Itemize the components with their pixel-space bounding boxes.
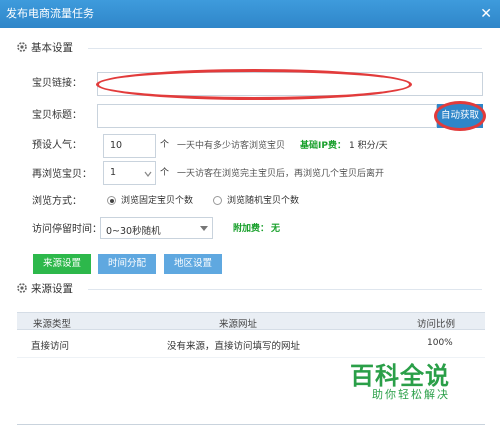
item-title-label: 宝贝标题： <box>32 110 82 121</box>
popularity-value: 10 <box>110 140 123 151</box>
column-header: 来源网址 <box>219 319 258 330</box>
window-title: 发布电商流量任务 <box>6 7 94 20</box>
source-type-cell: 直接访问 <box>31 341 70 352</box>
rebrowse-hint: 一天访客在浏览完主宝贝后，再浏览几个宝贝后离开 <box>177 169 385 179</box>
section-divider <box>88 289 482 290</box>
window-titlebar: 发布电商流量任务 ✕ <box>0 0 500 28</box>
popularity-input[interactable]: 10 <box>103 134 156 158</box>
tab-source-settings[interactable]: 来源设置 <box>33 254 91 274</box>
stay-time-select[interactable]: 0~30秒随机 <box>100 217 213 239</box>
annotation-ellipse <box>434 101 486 131</box>
stay-time-value: 0~30秒随机 <box>106 226 161 237</box>
gear-icon <box>17 42 27 52</box>
rebrowse-label: 再浏览宝贝： <box>32 169 92 180</box>
tab-region-settings[interactable]: 地区设置 <box>164 254 222 274</box>
rebrowse-stepper[interactable]: 1 <box>103 161 156 185</box>
visit-ratio-cell: 100% <box>427 338 453 348</box>
basic-settings-header: 基本设置 <box>16 40 73 56</box>
extra-fee-value: 无 <box>271 224 281 234</box>
basic-settings-title: 基本设置 <box>31 42 73 54</box>
browse-mode-random-label: 浏览随机宝贝个数 <box>227 196 300 206</box>
popularity-label: 预设人气： <box>32 140 82 151</box>
basic-ip-fee-value: 1 积分/天 <box>349 141 388 151</box>
popularity-hint: 一天中有多少访客浏览宝贝 <box>177 141 286 151</box>
table-header: 来源类型 来源网址 访问比例 <box>17 312 485 330</box>
item-title-input[interactable] <box>97 104 437 128</box>
tab-time-distribution[interactable]: 时间分配 <box>98 254 156 274</box>
column-header: 来源类型 <box>33 319 72 330</box>
rebrowse-unit: 个 <box>160 168 170 178</box>
source-table: 来源类型 来源网址 访问比例 直接访问 没有来源，直接访问填写的网址 100% <box>17 312 485 358</box>
item-link-label: 宝贝链接： <box>32 78 82 89</box>
browse-mode-random-radio[interactable] <box>213 196 222 205</box>
source-url-cell: 没有来源，直接访问填写的网址 <box>167 341 301 352</box>
browse-mode-fixed-label: 浏览固定宝贝个数 <box>121 196 194 206</box>
section-divider <box>88 48 482 49</box>
basic-ip-fee-label: 基础IP费： <box>300 141 346 151</box>
chevron-down-icon <box>200 226 208 231</box>
browse-mode-label: 浏览方式： <box>32 196 82 207</box>
popularity-unit: 个 <box>160 140 170 150</box>
watermark-tagline: 助你轻松解决 <box>372 388 450 401</box>
extra-fee-label: 附加费： <box>233 224 270 234</box>
annotation-ellipse <box>96 69 412 100</box>
rebrowse-value: 1 <box>110 167 117 178</box>
chevron-down-icon[interactable] <box>143 169 153 179</box>
close-icon[interactable]: ✕ <box>480 0 492 28</box>
bottom-toolbar <box>17 424 485 432</box>
source-settings-title: 来源设置 <box>31 283 73 295</box>
browse-mode-fixed-radio[interactable] <box>107 196 116 205</box>
gear-icon <box>17 283 27 293</box>
source-settings-header: 来源设置 <box>16 281 73 297</box>
table-row[interactable]: 直接访问 没有来源，直接访问填写的网址 100% <box>17 330 485 358</box>
column-header: 访问比例 <box>417 319 456 330</box>
stay-time-label: 访问停留时间： <box>32 224 102 235</box>
